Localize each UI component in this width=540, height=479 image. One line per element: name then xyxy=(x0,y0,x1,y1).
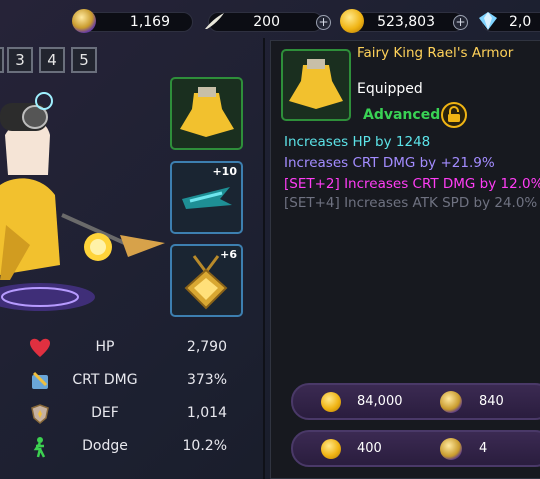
effect-text: [SET+2] Increases CRT DMG by 12.0% xyxy=(284,176,540,192)
gold-coin-icon xyxy=(321,439,341,459)
armor-slot[interactable] xyxy=(170,77,243,150)
item-equipped-status: Equipped xyxy=(357,81,423,97)
upgrade-button[interactable]: 84,000 840 xyxy=(291,383,540,420)
item-grade: Advanced xyxy=(363,107,441,123)
currency-1-value: 1,169 xyxy=(129,14,170,30)
treasure-chest-icon xyxy=(72,9,96,33)
stat-value: 1,014 xyxy=(186,405,227,421)
stat-name: HP xyxy=(95,339,115,355)
armor-icon xyxy=(180,87,234,137)
lock-icon xyxy=(448,106,460,122)
stat-row-hp: HP 2,790 xyxy=(0,334,260,364)
panel-divider xyxy=(263,38,265,479)
hero-character xyxy=(0,75,175,325)
gold-cost: 400 xyxy=(357,441,382,456)
accessory-level-badge: +6 xyxy=(220,248,237,261)
add-feather-button[interactable]: + xyxy=(316,15,331,30)
currency-3-value: 523,803 xyxy=(377,14,435,30)
tab-2[interactable] xyxy=(0,47,4,73)
treasure-chest-icon xyxy=(440,438,462,460)
effect-text: [SET+4] Increases ATK SPD by 24.0% xyxy=(284,195,538,211)
stat-row-crt-dmg: CRT DMG 373% xyxy=(0,367,260,397)
add-gold-button[interactable]: + xyxy=(453,15,468,30)
stat-value: 373% xyxy=(186,372,227,388)
tab-4[interactable]: 4 xyxy=(39,47,65,73)
stat-name: DEF xyxy=(91,405,119,421)
currency-2-value: 200 xyxy=(253,14,280,30)
stat-name: CRT DMG xyxy=(72,372,138,388)
dodge-icon xyxy=(33,437,46,458)
gold-cost: 84,000 xyxy=(357,394,403,409)
armor-icon xyxy=(289,59,343,109)
set-bonus-line: [SET+4] Increases ATK SPD by 24.0% xyxy=(284,195,537,211)
enhance-button[interactable]: 400 4 xyxy=(291,430,540,467)
gold-coin-icon xyxy=(321,392,341,412)
weapon-level-badge: +10 xyxy=(212,165,237,178)
item-title: Fairy King Rael's Armor xyxy=(357,45,514,61)
lock-button[interactable] xyxy=(441,102,467,128)
tab-5[interactable]: 5 xyxy=(71,47,97,73)
accessory-slot[interactable]: +6 xyxy=(170,244,243,317)
diamond-icon xyxy=(476,9,500,33)
heart-icon xyxy=(30,338,50,357)
crit-damage-icon xyxy=(32,371,48,389)
game-screen: 1,169 200 + 523,803 + 2,0 3 4 5 +10 +6 H… xyxy=(0,0,540,479)
tab-3[interactable]: 3 xyxy=(7,47,33,73)
chest-cost: 840 xyxy=(479,394,504,409)
effect-text: Increases HP by 1248 xyxy=(284,134,431,150)
stat-value: 10.2% xyxy=(182,438,227,454)
set-bonus-line: [SET+2] Increases CRT DMG by 12.0% xyxy=(284,176,540,192)
treasure-chest-icon xyxy=(440,391,462,413)
item-effect-line: Increases CRT DMG by +21.9% xyxy=(284,155,495,171)
item-effect-line: Increases HP by 1248 xyxy=(284,134,430,150)
stat-name: Dodge xyxy=(82,438,128,454)
stat-row-dodge: Dodge 10.2% xyxy=(0,433,260,463)
stat-row-def: DEF 1,014 xyxy=(0,400,260,430)
effect-text: Increases CRT DMG by +21.9% xyxy=(284,155,495,171)
gold-coin-icon xyxy=(340,9,364,33)
feather-icon xyxy=(202,9,226,33)
currency-4-value: 2,0 xyxy=(509,14,532,30)
currency-bar: 1,169 200 + 523,803 + 2,0 xyxy=(0,0,540,40)
chest-cost: 4 xyxy=(479,441,488,456)
weapon-slot[interactable]: +10 xyxy=(170,161,243,234)
stat-value: 2,790 xyxy=(186,339,227,355)
item-thumbnail xyxy=(281,49,351,121)
shield-icon xyxy=(31,404,49,424)
